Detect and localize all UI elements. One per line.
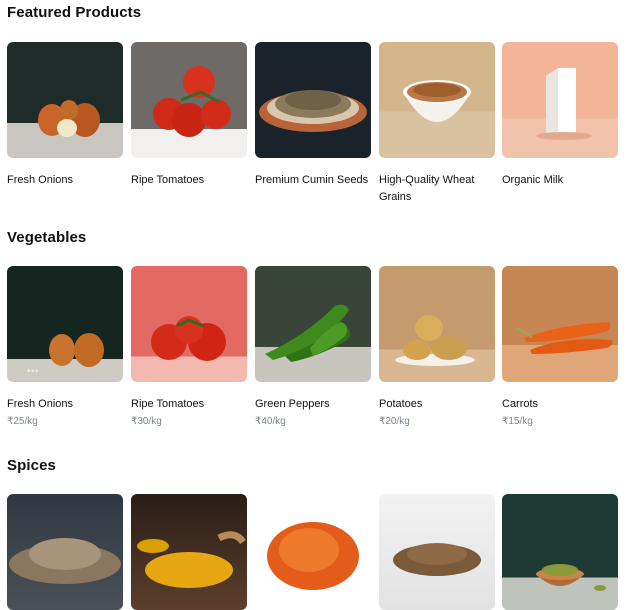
coriander-seeds-image	[379, 494, 495, 610]
product-name: Fresh Onions	[7, 174, 74, 186]
product-price: ₹15/kg	[502, 416, 533, 427]
green-peppers-image	[255, 266, 371, 382]
product-name: Green Peppers	[255, 398, 330, 410]
product-card-veg-onions[interactable]: ••• Fresh Onions ₹25/kg	[7, 266, 123, 427]
product-name: Potatoes	[379, 398, 423, 410]
wheat-grains-image	[379, 42, 495, 158]
tomatoes-image	[131, 266, 247, 382]
product-name: Ripe Tomatoes	[131, 174, 205, 186]
product-name: Fresh Onions	[7, 398, 74, 410]
tomatoes-image	[131, 42, 247, 158]
product-price: ₹25/kg	[7, 416, 38, 427]
product-card-spice-cumin[interactable]	[7, 494, 123, 610]
potatoes-image	[379, 266, 495, 382]
carrots-image	[502, 266, 618, 382]
product-name: Premium Cumin Seeds	[255, 174, 369, 186]
product-card-veg-tomatoes[interactable]: Ripe Tomatoes ₹30/kg	[131, 266, 247, 427]
product-card-veg-peppers[interactable]: Green Peppers ₹40/kg	[255, 266, 371, 427]
product-card-featured-tomatoes[interactable]: Ripe Tomatoes	[131, 42, 247, 189]
product-card-spice-cardamom[interactable]	[502, 494, 618, 610]
product-price: ₹40/kg	[255, 416, 286, 427]
product-name: High-Quality Wheat Grains	[379, 174, 475, 203]
product-name: Carrots	[502, 398, 539, 410]
product-price: ₹20/kg	[379, 416, 410, 427]
turmeric-image	[131, 494, 247, 610]
milk-carton-image	[502, 42, 618, 158]
product-card-veg-carrots[interactable]: Carrots ₹15/kg	[502, 266, 618, 427]
onions-image	[7, 42, 123, 158]
product-card-veg-potatoes[interactable]: Potatoes ₹20/kg	[379, 266, 495, 427]
product-card-spice-chili[interactable]	[255, 494, 371, 610]
product-card-featured-milk[interactable]: Organic Milk	[502, 42, 618, 189]
product-name: Ripe Tomatoes	[131, 398, 205, 410]
onions-image: •••	[7, 266, 123, 382]
cumin-seeds-image	[255, 42, 371, 158]
product-card-featured-onions[interactable]: Fresh Onions	[7, 42, 123, 189]
cumin-pile-image	[7, 494, 123, 610]
spices-heading: Spices	[7, 457, 56, 474]
carousel-dots-icon: •••	[27, 366, 40, 376]
cardamom-bowl-image	[502, 494, 618, 610]
product-card-spice-turmeric[interactable]	[131, 494, 247, 610]
product-card-spice-coriander[interactable]	[379, 494, 495, 610]
product-price: ₹30/kg	[131, 416, 162, 427]
product-card-featured-wheat[interactable]: High-Quality Wheat Grains	[379, 42, 495, 206]
featured-products-heading: Featured Products	[7, 4, 142, 21]
product-name: Organic Milk	[502, 174, 564, 186]
vegetables-heading: Vegetables	[7, 229, 87, 246]
chili-powder-image	[255, 494, 371, 610]
product-card-featured-cumin[interactable]: Premium Cumin Seeds	[255, 42, 371, 189]
